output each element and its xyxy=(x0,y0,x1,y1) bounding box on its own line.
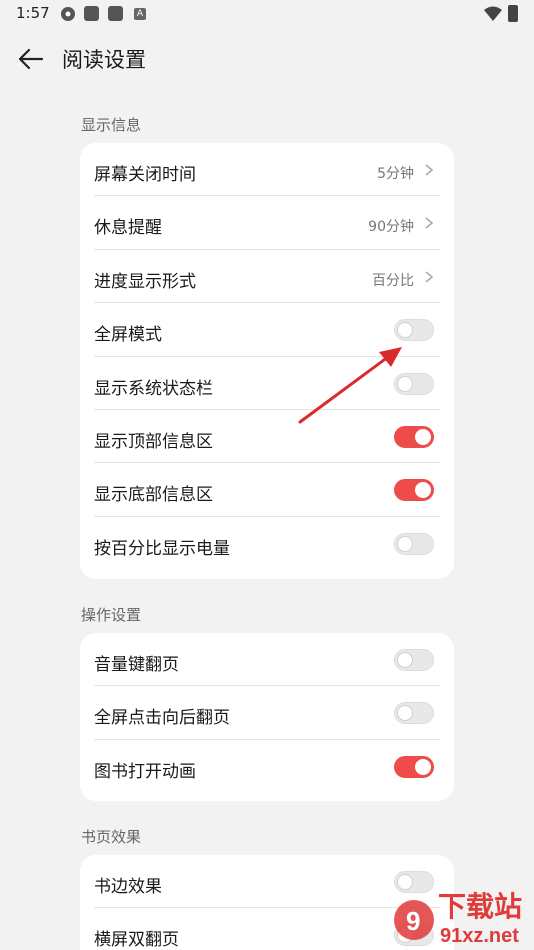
row-label: 显示顶部信息区 xyxy=(94,431,213,452)
svg-text:9: 9 xyxy=(406,906,420,936)
row-fullscreen-mode: 全屏模式 xyxy=(94,303,440,357)
fullscreen-mode-toggle[interactable] xyxy=(394,319,434,342)
row-label: 音量键翻页 xyxy=(94,655,179,675)
card-display-info: 屏幕关闭时间 5分钟 休息提醒 90分钟 进度显示形式 百分比 全屏模式 显示系… xyxy=(80,143,454,579)
section-label-display-info: 显示信息 xyxy=(81,116,142,134)
row-label: 按百分比显示电量 xyxy=(94,538,230,559)
arrow-left-icon xyxy=(18,48,44,70)
row-value: 百分比 xyxy=(372,272,414,289)
row-rest-reminder[interactable]: 休息提醒 90分钟 xyxy=(94,196,440,250)
row-label: 显示系统状态栏 xyxy=(94,378,213,399)
row-battery-percent: 按百分比显示电量 xyxy=(94,517,440,570)
row-label: 横屏双翻页 xyxy=(94,930,179,950)
a-icon: A xyxy=(134,8,146,20)
show-bottom-info-toggle[interactable] xyxy=(394,479,434,502)
watermark-logo: 9 下载站 91xz.net xyxy=(392,880,534,950)
svg-text:下载站: 下载站 xyxy=(438,890,522,923)
wifi-icon xyxy=(484,6,502,25)
battery-icon xyxy=(508,5,518,22)
row-label: 休息提醒 xyxy=(94,218,162,239)
chevron-right-icon xyxy=(425,164,434,176)
svg-text:91xz.net: 91xz.net xyxy=(440,925,519,947)
row-show-top-info: 显示顶部信息区 xyxy=(94,410,440,464)
row-label: 图书打开动画 xyxy=(94,761,196,782)
app-icon xyxy=(84,6,99,21)
row-value: 90分钟 xyxy=(368,219,414,236)
gear-icon xyxy=(60,6,75,21)
row-label: 书边效果 xyxy=(94,877,162,897)
row-progress-format[interactable]: 进度显示形式 百分比 xyxy=(94,250,440,304)
row-book-open-animation: 图书打开动画 xyxy=(94,740,440,793)
status-bar: 1:57 A xyxy=(0,0,534,28)
book-open-animation-toggle[interactable] xyxy=(394,755,434,778)
show-system-status-bar-toggle[interactable] xyxy=(394,372,434,395)
row-screen-off-time[interactable]: 屏幕关闭时间 5分钟 xyxy=(94,143,440,197)
show-top-info-toggle[interactable] xyxy=(394,425,434,448)
row-label: 进度显示形式 xyxy=(94,271,196,292)
section-label-page-effect: 书页效果 xyxy=(81,828,142,846)
app-icon xyxy=(108,6,123,21)
section-label-operation: 操作设置 xyxy=(81,606,142,624)
status-time: 1:57 xyxy=(16,4,50,22)
row-show-bottom-info: 显示底部信息区 xyxy=(94,463,440,517)
chevron-right-icon xyxy=(425,271,434,283)
row-label: 显示底部信息区 xyxy=(94,485,213,506)
row-value: 5分钟 xyxy=(377,166,414,182)
back-button[interactable] xyxy=(14,42,48,76)
tap-next-page-toggle[interactable] xyxy=(394,702,434,725)
volume-key-page-toggle[interactable] xyxy=(394,649,434,671)
chevron-right-icon xyxy=(425,217,434,230)
page-title: 阅读设置 xyxy=(62,48,146,72)
row-landscape-double-page: 横屏双翻页 xyxy=(94,908,440,950)
row-volume-key-page: 音量键翻页 xyxy=(94,633,440,687)
row-tap-next-page: 全屏点击向后翻页 xyxy=(94,686,440,740)
row-show-system-status-bar: 显示系统状态栏 xyxy=(94,357,440,410)
card-operation: 音量键翻页 全屏点击向后翻页 图书打开动画 xyxy=(80,633,454,801)
battery-percent-toggle[interactable] xyxy=(394,532,434,555)
row-label: 全屏点击向后翻页 xyxy=(94,708,230,729)
row-book-edge-effect: 书边效果 xyxy=(94,855,440,909)
header: 阅读设置 xyxy=(0,36,534,82)
row-label: 全屏模式 xyxy=(94,325,162,346)
row-label: 屏幕关闭时间 xyxy=(94,165,196,185)
